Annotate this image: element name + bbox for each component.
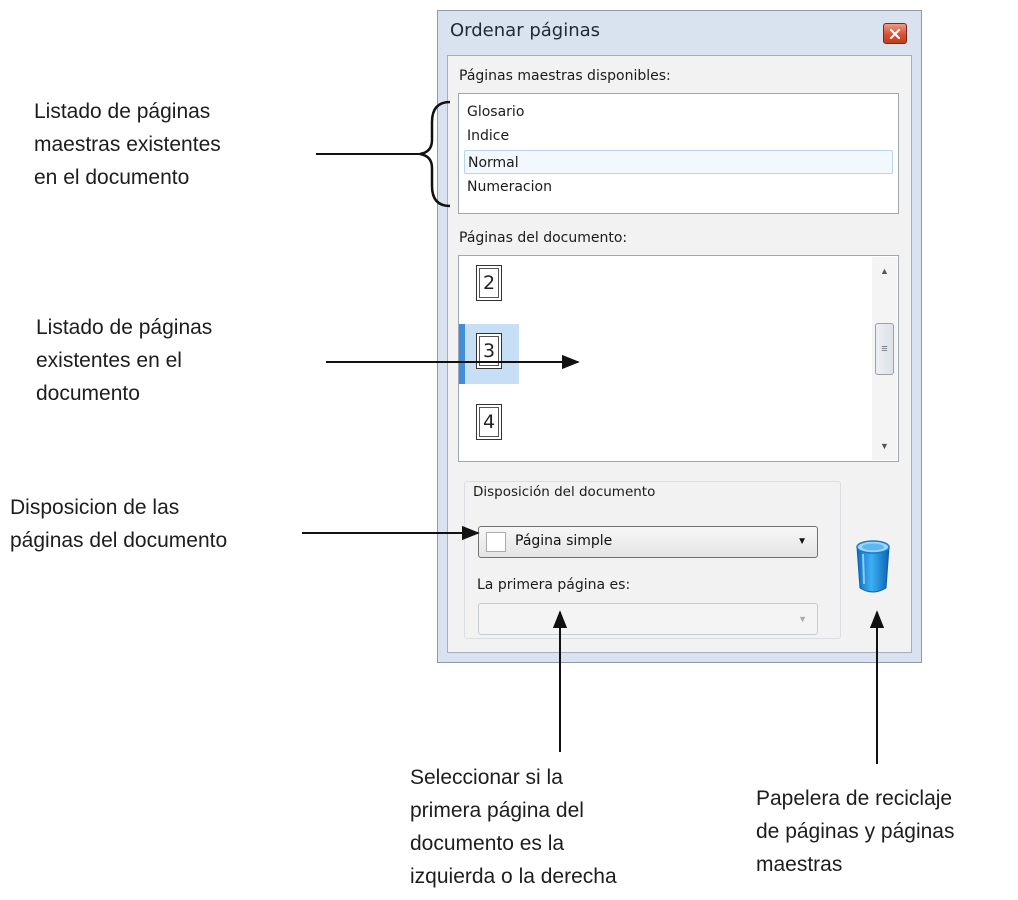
arrange-pages-dialog: Ordenar páginas Páginas maestras disponi… bbox=[437, 10, 922, 663]
annotation-line: maestras bbox=[756, 853, 843, 876]
scroll-thumb[interactable]: ≡ bbox=[875, 323, 894, 375]
scroll-up-arrow-icon[interactable]: ▲ bbox=[872, 259, 897, 283]
list-item-master-numeracion[interactable]: Numeracion bbox=[464, 175, 893, 199]
annotation-trash: Papelera de reciclaje de páginas y págin… bbox=[756, 782, 955, 881]
annotation-line: Listado de páginas bbox=[34, 100, 211, 123]
annotation-line: documento bbox=[36, 382, 140, 405]
annotation-line: de páginas y páginas bbox=[756, 820, 955, 843]
annotation-line: Papelera de reciclaje bbox=[756, 787, 953, 810]
annotation-line: Seleccionar si la bbox=[410, 766, 563, 789]
page-thumbnail: 2 bbox=[476, 265, 502, 301]
list-item-master-normal[interactable]: Normal bbox=[464, 150, 893, 174]
close-icon bbox=[889, 28, 901, 39]
page-thumbnail-item-selected[interactable]: 3 bbox=[459, 324, 519, 384]
master-pages-label: Páginas maestras disponibles: bbox=[459, 68, 671, 84]
annotation-line: primera página del bbox=[410, 799, 584, 822]
master-pages-list[interactable]: Glosario Indice Normal Numeracion bbox=[458, 93, 899, 214]
page-thumbnail: 3 bbox=[476, 333, 502, 369]
dialog-body: Páginas maestras disponibles: Glosario I… bbox=[447, 55, 912, 653]
dialog-title: Ordenar páginas bbox=[450, 20, 601, 41]
annotation-line: izquierda o la derecha bbox=[410, 865, 617, 888]
first-page-select[interactable]: ▼ bbox=[478, 603, 818, 635]
scroll-down-arrow-icon[interactable]: ▼ bbox=[872, 434, 897, 458]
list-item-master-indice[interactable]: Indice bbox=[464, 124, 893, 148]
annotation-line: páginas del documento bbox=[10, 529, 228, 552]
document-pages-label: Páginas del documento: bbox=[459, 230, 628, 246]
close-button[interactable] bbox=[883, 23, 907, 44]
annotation-layout: Disposicion de las páginas del documento bbox=[10, 491, 227, 557]
recycle-bin-icon bbox=[856, 540, 890, 593]
chevron-down-icon: ▼ bbox=[798, 614, 807, 624]
layout-select-value: Página simple bbox=[515, 533, 613, 549]
annotation-master-list: Listado de páginas maestras existentes e… bbox=[34, 95, 221, 194]
annotation-pages-list: Listado de páginas existentes en el docu… bbox=[36, 311, 212, 410]
annotation-line: Disposicion de las bbox=[10, 496, 180, 519]
annotation-line: en el documento bbox=[34, 166, 190, 189]
pages-scrollbar[interactable]: ▲ ≡ ▼ bbox=[872, 257, 897, 460]
annotation-line: maestras existentes bbox=[34, 133, 221, 156]
annotation-line: Listado de páginas bbox=[36, 316, 213, 339]
layout-page-icon bbox=[486, 532, 506, 552]
annotation-first-page: Seleccionar si la primera página del doc… bbox=[410, 761, 617, 893]
title-bar[interactable]: Ordenar páginas bbox=[438, 11, 921, 53]
page-thumbnail-item[interactable]: 4 bbox=[459, 395, 519, 455]
document-pages-list[interactable]: 2 3 4 ▲ ≡ ▼ bbox=[458, 255, 899, 462]
recycle-bin-button[interactable] bbox=[854, 538, 892, 601]
page-thumbnail-item[interactable]: 2 bbox=[459, 256, 519, 316]
page-thumbnail: 4 bbox=[476, 404, 502, 440]
annotation-line: existentes en el bbox=[36, 349, 182, 372]
first-page-label: La primera página es: bbox=[477, 577, 631, 593]
annotation-line: documento es la bbox=[410, 832, 565, 855]
layout-select[interactable]: Página simple ▼ bbox=[478, 526, 818, 558]
chevron-down-icon: ▼ bbox=[797, 536, 807, 547]
layout-group-label: Disposición del documento bbox=[473, 484, 656, 500]
list-item-master-glosario[interactable]: Glosario bbox=[464, 100, 893, 124]
